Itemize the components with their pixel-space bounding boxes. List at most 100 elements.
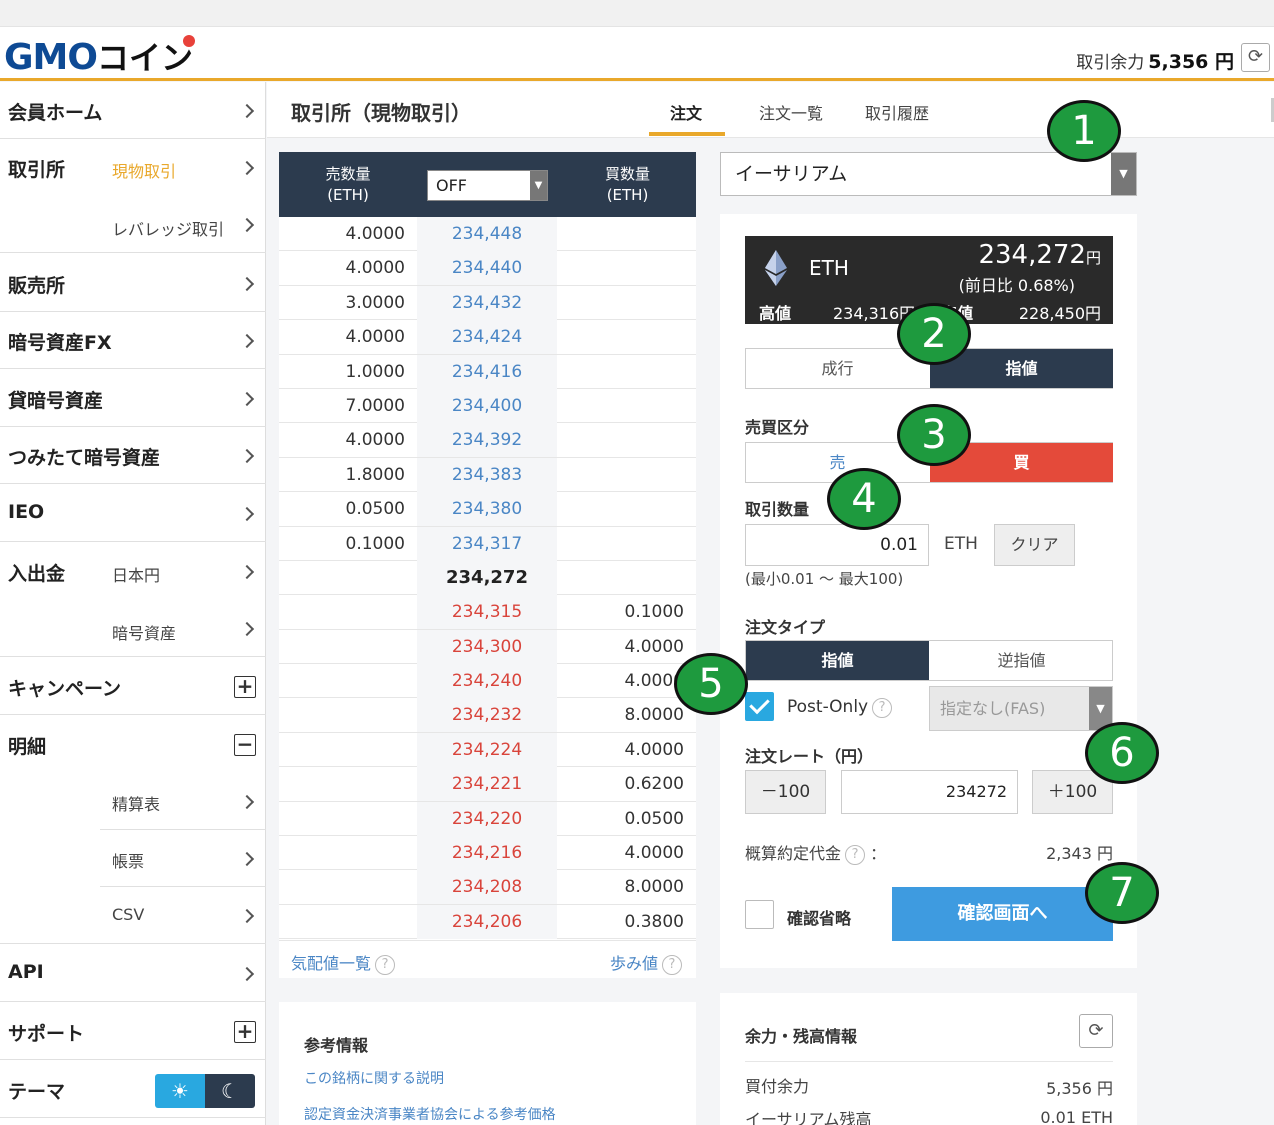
order-type-toggle: 指値 逆指値 [745,640,1113,681]
ask-price[interactable]: 234,448 [417,217,557,251]
sidebar-item-lending[interactable]: 貸暗号資産 [0,370,266,427]
order-book-row[interactable]: 4.0000 234,424 [279,320,696,355]
sidebar-item-details[interactable]: 明細 − [0,716,266,773]
bid-price[interactable]: 234,208 [417,870,557,905]
plus-icon[interactable]: + [234,676,256,698]
order-book-row[interactable]: 0.1000 234,317 [279,526,696,561]
sidebar-item-settlement[interactable]: 精算表 [100,773,266,830]
ask-price[interactable]: 234,400 [417,388,557,423]
aggregation-select[interactable]: OFF ▼ [427,170,548,201]
skip-confirm-checkbox[interactable] [745,900,774,929]
gmo-coin-logo[interactable]: GMOコイン [4,33,195,79]
time-in-force-select[interactable]: 指定なし(FAS) ▼ [929,686,1113,731]
order-book-row[interactable]: 234,221 0.6200 [279,767,696,802]
order-book-row[interactable]: 4.0000 234,392 [279,423,696,458]
reference-link-description[interactable]: この銘柄に関する説明 [304,1068,444,1088]
bid-price[interactable]: 234,232 [417,698,557,733]
sidebar-item-ieo[interactable]: IEO [0,485,266,542]
order-book-row[interactable]: 234,206 0.3800 [279,904,696,940]
sidebar-item-spot[interactable]: 現物取引 [112,158,176,182]
rate-label: 注文レート（円） [745,747,874,766]
order-book-row[interactable]: 234,208 8.0000 [279,870,696,905]
order-book-row[interactable]: 234,216 4.0000 [279,836,696,871]
ask-price[interactable]: 234,416 [417,354,557,389]
order-book-row[interactable]: 3.0000 234,432 [279,285,696,321]
help-icon[interactable]: ? [375,955,396,975]
reference-link-price[interactable]: 認定資金決済事業者協会による参考価格 [304,1104,556,1124]
sidebar-item-tsumitate[interactable]: つみたて暗号資産 [0,427,266,484]
chevron-right-icon [239,276,255,292]
chevron-down-icon: ▼ [1111,153,1136,195]
sidebar-item-member-home[interactable]: 会員ホーム [0,82,266,139]
clear-button[interactable]: クリア [994,524,1075,566]
tab-order[interactable]: 注文 [670,100,702,124]
bid-price[interactable]: 234,216 [417,836,557,871]
bid-price[interactable]: 234,221 [417,767,557,802]
sidebar-item-ledger[interactable]: 帳票 [100,830,266,887]
help-icon[interactable]: ? [845,845,866,865]
tab-order-list[interactable]: 注文一覧 [759,100,823,124]
market-order-button[interactable]: 成行 [746,349,929,388]
callout-2: 2 [897,303,971,365]
sidebar-item-campaign[interactable]: キャンペーン + [0,658,266,715]
minus-icon[interactable]: − [234,734,256,756]
order-book-row[interactable]: 234,300 4.0000 [279,629,696,665]
callout-3: 3 [897,404,971,466]
confirm-button[interactable]: 確認画面へ [892,887,1113,941]
order-book-row[interactable]: 234,315 0.1000 [279,595,696,630]
quotes-link[interactable]: 気配値一覧? [291,950,396,975]
sidebar-item-fx[interactable]: 暗号資産FX [0,312,266,369]
rate-input[interactable]: 234272 [841,770,1018,814]
order-book-row[interactable]: 234,220 0.0500 [279,801,696,837]
sidebar-item-csv[interactable]: CSV [0,887,266,944]
sidebar-item-support[interactable]: サポート + [0,1003,266,1060]
order-book-row[interactable]: 234,224 4.0000 [279,732,696,768]
order-book-row[interactable]: 234,232 8.0000 [279,698,696,733]
moon-icon[interactable]: ☾ [205,1074,255,1108]
bid-price[interactable]: 234,220 [417,801,557,836]
bid-price[interactable]: 234,315 [417,595,557,630]
quantity-input[interactable]: 0.01 [745,524,929,566]
ask-price[interactable]: 234,392 [417,423,557,458]
ask-price[interactable]: 234,432 [417,285,557,320]
sun-icon[interactable]: ☀ [155,1074,205,1108]
help-icon[interactable]: ? [662,955,682,975]
theme-toggle[interactable]: ☀ ☾ [155,1074,255,1108]
order-book-row[interactable]: 234,240 4.0000 [279,664,696,699]
active-tab-indicator [649,132,725,136]
tab-trade-history[interactable]: 取引履歴 [865,100,929,124]
order-type-stop-button[interactable]: 逆指値 [930,641,1113,680]
sidebar-item-sales[interactable]: 販売所 [0,255,266,312]
order-book-row[interactable]: 0.0500 234,380 [279,492,696,527]
post-only-checkbox[interactable] [745,692,774,721]
sidebar-item-leverage[interactable]: レバレッジ取引 [0,196,266,253]
bid-price[interactable]: 234,300 [417,629,557,664]
bid-price[interactable]: 234,206 [417,904,557,939]
order-book-row[interactable]: 1.0000 234,416 [279,354,696,389]
sidebar-item-api[interactable]: API [0,945,266,1002]
order-book-mid-row[interactable]: 234,272 [279,560,696,596]
sidebar-item-exchange[interactable]: 取引所 現物取引 [0,139,266,196]
refresh-icon[interactable]: ⟳ [1079,1014,1113,1048]
ask-price[interactable]: 234,317 [417,526,557,561]
ask-price[interactable]: 234,424 [417,320,557,355]
bid-price[interactable]: 234,224 [417,732,557,767]
refresh-icon[interactable]: ⟳ [1241,43,1270,72]
mid-price[interactable]: 234,272 [417,560,557,595]
order-type-limit-button[interactable]: 指値 [746,641,929,680]
sidebar-item-deposit-jpy[interactable]: 入出金 日本円 [0,543,266,600]
order-book-row[interactable]: 7.0000 234,400 [279,388,696,424]
order-book-row[interactable]: 4.0000 234,448 [279,217,696,252]
order-book-row[interactable]: 4.0000 234,440 [279,251,696,286]
plus-icon[interactable]: + [234,1021,256,1043]
trades-link[interactable]: 歩み値? [610,950,682,975]
ask-price[interactable]: 234,380 [417,492,557,527]
sidebar-item-deposit-crypto[interactable]: 暗号資産 [0,600,266,657]
help-icon[interactable]: ? [872,698,893,718]
ask-price[interactable]: 234,440 [417,251,557,286]
ask-price[interactable]: 234,383 [417,457,557,492]
minus-100-button[interactable]: －100 [745,770,826,814]
chevron-right-icon [239,217,255,233]
bid-price[interactable]: 234,240 [417,664,557,699]
order-book-row[interactable]: 1.8000 234,383 [279,457,696,493]
